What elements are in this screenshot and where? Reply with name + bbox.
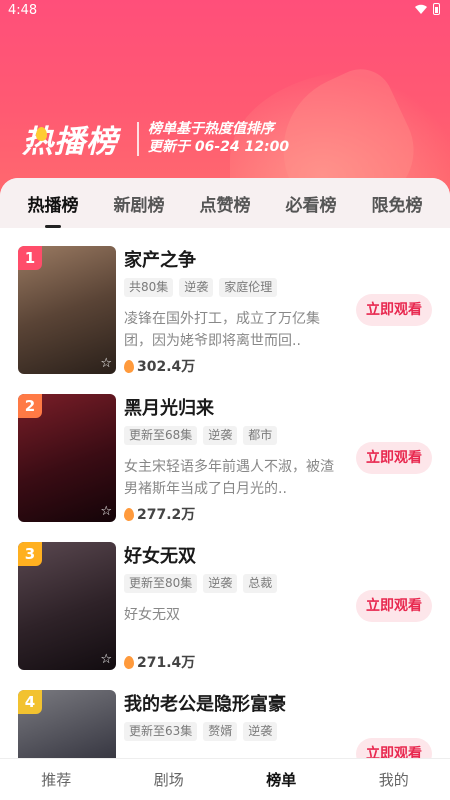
genre-tag: 逆袭: [179, 278, 214, 297]
fire-icon: [124, 359, 134, 373]
genre-tag: 逆袭: [203, 426, 238, 445]
drama-title[interactable]: 我的老公是隐形富豪: [124, 690, 286, 716]
drama-cover[interactable]: 1 ☆: [18, 246, 116, 374]
heat-value: 302.4万: [124, 356, 195, 376]
nav-mine[interactable]: 我的: [338, 769, 450, 790]
genre-tag: 都市: [243, 426, 278, 445]
favorite-icon[interactable]: ☆: [100, 356, 112, 371]
rank-badge: 2: [18, 394, 42, 418]
episode-tag: 共80集: [124, 278, 174, 297]
drama-title[interactable]: 家产之争: [124, 246, 196, 272]
heat-number: 302.4万: [137, 359, 196, 375]
drama-description: 好女无双: [124, 607, 180, 623]
genre-tag: 总裁: [243, 574, 278, 593]
heat-number: 277.2万: [137, 507, 196, 523]
genre-tag: 逆袭: [203, 574, 238, 593]
tag-list: 共80集 逆袭 家庭伦理: [124, 278, 278, 297]
favorite-icon[interactable]: ☆: [100, 504, 112, 519]
hero-divider: [137, 122, 139, 156]
page-title: 热播榜: [22, 116, 118, 161]
ranking-tabs: 热播榜 新剧榜 点赞榜 必看榜 限免榜: [0, 178, 450, 228]
genre-tag: 家庭伦理: [219, 278, 278, 297]
nav-theater[interactable]: 剧场: [113, 769, 226, 790]
status-time: 4:48: [8, 3, 38, 18]
ranking-panel: 热播榜 新剧榜 点赞榜 必看榜 限免榜 1 ☆ 家产之争 共80集 逆袭 家庭伦…: [0, 178, 450, 800]
episode-tag: 更新至68集: [124, 426, 198, 445]
status-icons: [415, 3, 440, 15]
list-item[interactable]: 1 ☆ 家产之争 共80集 逆袭 家庭伦理 凌锋在国外打工，成立了万亿集团，因为…: [0, 246, 450, 394]
drama-title[interactable]: 黑月光归来: [124, 394, 214, 420]
fire-icon: [124, 507, 134, 521]
update-time-text: 更新于 06-24 12:00: [148, 139, 290, 155]
bottom-nav: 推荐 剧场 榜单 我的: [0, 758, 450, 800]
genre-tag: 赘婿: [203, 722, 238, 741]
hero-banner: 4:48 热播榜 榜单基于热度值排序 更新于 06-24 12:00: [0, 0, 450, 200]
rank-badge: 3: [18, 542, 42, 566]
list-item[interactable]: 3 ☆ 好女无双 更新至80集 逆袭 总裁 好女无双 271.4万 立即观看: [0, 542, 450, 690]
genre-tag: 逆袭: [243, 722, 278, 741]
favorite-icon[interactable]: ☆: [100, 652, 112, 667]
battery-icon: [433, 3, 440, 15]
list-item[interactable]: 2 ☆ 黑月光归来 更新至68集 逆袭 都市 女主宋轻语多年前遇人不淑，被渣男褚…: [0, 394, 450, 542]
heat-number: 271.4万: [137, 655, 196, 671]
tag-list: 更新至63集 赘婿 逆袭: [124, 722, 278, 741]
hero-subtitle: 榜单基于热度值排序 更新于 06-24 12:00: [148, 120, 289, 156]
drama-title[interactable]: 好女无双: [124, 542, 196, 568]
watch-now-button[interactable]: 立即观看: [356, 590, 432, 622]
nav-ranking[interactable]: 榜单: [225, 769, 338, 790]
tag-list: 更新至68集 逆袭 都市: [124, 426, 278, 445]
tag-list: 更新至80集 逆袭 总裁: [124, 574, 278, 593]
tab-hot[interactable]: 热播榜: [22, 191, 85, 216]
drama-description: 凌锋在国外打工，成立了万亿集团，因为姥爷即将离世而回..: [124, 311, 320, 349]
drama-cover[interactable]: 3 ☆: [18, 542, 116, 670]
rank-badge: 1: [18, 246, 42, 270]
tab-new[interactable]: 新剧榜: [108, 191, 171, 216]
ranking-basis-text: 榜单基于热度值排序: [148, 121, 274, 137]
tab-free[interactable]: 限免榜: [366, 191, 429, 216]
drama-list: 1 ☆ 家产之争 共80集 逆袭 家庭伦理 凌锋在国外打工，成立了万亿集团，因为…: [0, 246, 450, 800]
tab-must-watch[interactable]: 必看榜: [280, 191, 343, 216]
status-bar: 4:48: [0, 0, 450, 22]
heat-value: 271.4万: [124, 652, 195, 672]
heat-value: 277.2万: [124, 504, 195, 524]
rank-badge: 4: [18, 690, 42, 714]
watch-now-button[interactable]: 立即观看: [356, 442, 432, 474]
tab-likes[interactable]: 点赞榜: [194, 191, 257, 216]
drama-description: 女主宋轻语多年前遇人不淑，被渣男褚斯年当成了白月光的..: [124, 459, 334, 497]
episode-tag: 更新至80集: [124, 574, 198, 593]
episode-tag: 更新至63集: [124, 722, 198, 741]
fire-icon: [124, 655, 134, 669]
flame-icon: [36, 127, 47, 141]
drama-cover[interactable]: 2 ☆: [18, 394, 116, 522]
watch-now-button[interactable]: 立即观看: [356, 294, 432, 326]
nav-recommend[interactable]: 推荐: [0, 769, 113, 790]
wifi-icon: [415, 4, 427, 14]
